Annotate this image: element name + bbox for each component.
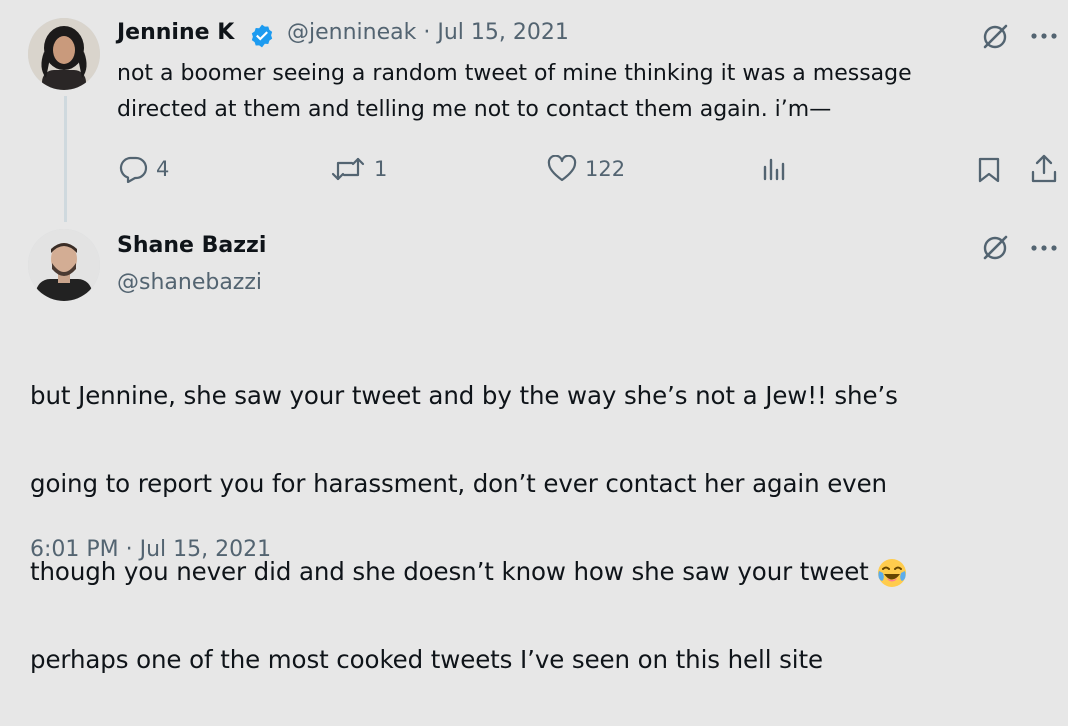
like-button[interactable]: 122 — [547, 155, 625, 183]
thread-connector-line — [64, 96, 67, 222]
tweet-body: but Jennine, she saw your tweet and by t… — [30, 330, 908, 726]
share-icon[interactable] — [1030, 154, 1058, 184]
retweet-count: 1 — [374, 157, 388, 181]
grok-icon[interactable] — [981, 234, 1009, 262]
avatar-shane-image — [28, 229, 100, 301]
tears-of-joy-emoji — [878, 559, 907, 587]
author-name[interactable]: Jennine K — [117, 20, 234, 45]
views-icon[interactable] — [762, 157, 788, 183]
tweet-text: not a boomer seeing a random tweet of mi… — [117, 61, 912, 122]
retweet-button[interactable]: 1 — [330, 155, 387, 183]
reply-icon — [119, 156, 148, 183]
like-icon — [547, 155, 577, 182]
avatar-jennine-image — [28, 18, 100, 90]
retweet-icon — [331, 157, 365, 181]
like-count: 122 — [585, 157, 626, 181]
avatar-shane[interactable] — [28, 229, 100, 301]
tweet-body-line-1: but Jennine, she saw your tweet and by t… — [30, 381, 898, 410]
author-handle[interactable]: @shanebazzi — [117, 270, 262, 295]
avatar-jennine[interactable] — [28, 18, 100, 90]
more-icon[interactable] — [1030, 32, 1058, 40]
more-icon[interactable] — [1030, 244, 1058, 252]
reply-count: 4 — [156, 157, 170, 181]
tweet-body-line-2: going to report you for harassment, don’… — [30, 469, 887, 498]
tweet-timestamp[interactable]: 6:01 PM · Jul 15, 2021 — [30, 537, 271, 562]
reply-button[interactable]: 4 — [118, 155, 169, 183]
bookmark-icon[interactable] — [977, 156, 1001, 184]
tweet-body-line-4: perhaps one of the most cooked tweets I’… — [30, 645, 823, 674]
author-handle-date[interactable]: @jennineak · Jul 15, 2021 — [287, 20, 569, 45]
author-name[interactable]: Shane Bazzi — [117, 233, 266, 258]
grok-icon[interactable] — [981, 23, 1009, 51]
verified-badge-icon — [251, 24, 273, 48]
